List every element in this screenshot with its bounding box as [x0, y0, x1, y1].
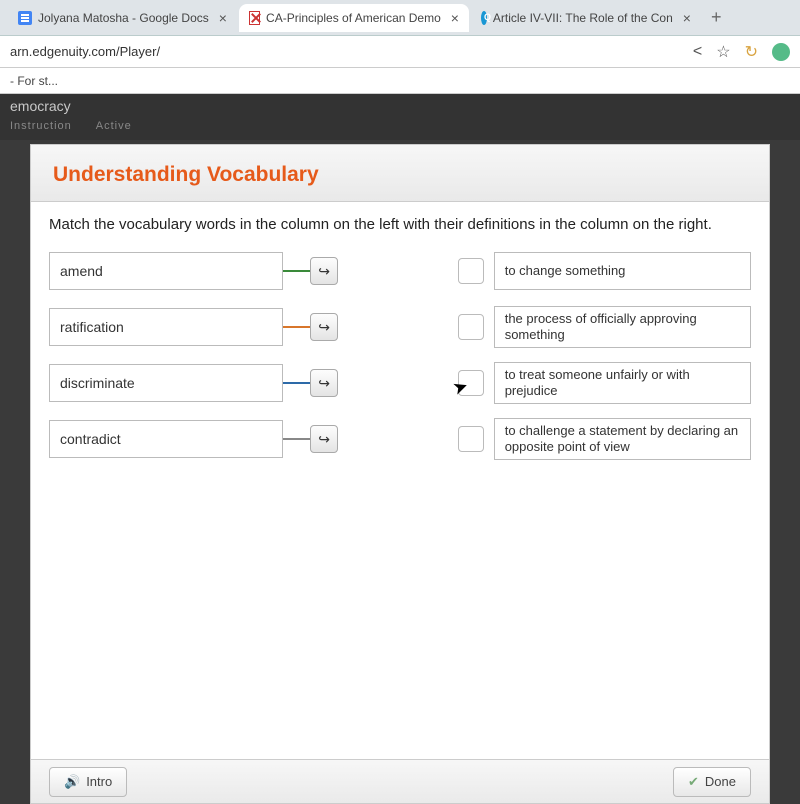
term-box[interactable]: ratification [49, 308, 283, 346]
definition-box[interactable]: to treat someone unfairly or with prejud… [494, 362, 751, 405]
drag-handle-icon[interactable]: ↪ [310, 369, 338, 397]
drag-handle-icon[interactable]: ↪ [310, 425, 338, 453]
browser-tab-2[interactable]: Article IV-VII: The Role of the Con × [471, 4, 701, 32]
drop-target[interactable] [458, 426, 484, 452]
panel-footer: Intro Done [31, 759, 769, 803]
match-row: amend ↪ to change something [49, 249, 751, 293]
docs-icon [18, 11, 32, 25]
match-row: ratification ↪ the process of officially… [49, 305, 751, 349]
drop-target[interactable] [458, 370, 484, 396]
bookmarks-bar: - For st... [0, 68, 800, 94]
tab-label: Jolyana Matosha - Google Docs [38, 11, 209, 25]
address-bar: arn.edgenuity.com/Player/ < ☆ ↻ [0, 36, 800, 68]
app-header: emocracy Instruction Active [0, 94, 800, 140]
match-row: discriminate ↪ to treat someone unfairly… [49, 361, 751, 405]
bookmark-item[interactable]: - For st... [10, 74, 58, 88]
new-tab-button[interactable]: + [703, 7, 730, 28]
activity-panel: Understanding Vocabulary Match the vocab… [30, 144, 770, 804]
url-text[interactable]: arn.edgenuity.com/Player/ [10, 44, 160, 59]
browser-tab-1[interactable]: CA-Principles of American Demo × [239, 4, 469, 32]
speaker-icon [64, 774, 80, 790]
definition-box[interactable]: to change something [494, 252, 751, 290]
share-icon[interactable]: < [693, 43, 702, 61]
done-button[interactable]: Done [673, 767, 751, 797]
drop-target[interactable] [458, 258, 484, 284]
definition-box[interactable]: to challenge a statement by declaring an… [494, 418, 751, 461]
browser-tab-strip: Jolyana Matosha - Google Docs × CA-Princ… [0, 0, 800, 36]
panel-title-bar: Understanding Vocabulary [31, 145, 769, 202]
address-actions: < ☆ ↻ [693, 42, 790, 62]
connector-line [283, 326, 311, 328]
done-label: Done [705, 774, 736, 789]
drag-handle-icon[interactable]: ↪ [310, 313, 338, 341]
intro-button[interactable]: Intro [49, 767, 127, 797]
browser-tab-0[interactable]: Jolyana Matosha - Google Docs × [8, 4, 237, 32]
close-icon[interactable]: × [219, 10, 227, 26]
profile-icon[interactable] [772, 43, 790, 61]
tab-label: Article IV-VII: The Role of the Con [493, 11, 673, 25]
edgenuity-icon [249, 11, 260, 25]
check-icon [688, 774, 699, 790]
panel-title: Understanding Vocabulary [53, 163, 747, 187]
tab-label: CA-Principles of American Demo [266, 11, 441, 25]
match-row: contradict ↪ to challenge a statement by… [49, 417, 751, 461]
quizlet-icon [481, 11, 487, 25]
term-box[interactable]: contradict [49, 420, 283, 458]
subtab-instruction[interactable]: Instruction [10, 120, 72, 132]
connector-line [283, 270, 311, 272]
connector-line [283, 382, 311, 384]
definition-box[interactable]: the process of officially approving some… [494, 306, 751, 349]
close-icon[interactable]: × [683, 10, 691, 26]
star-icon[interactable]: ☆ [716, 42, 730, 62]
panel-body: Match the vocabulary words in the column… [31, 202, 769, 759]
breadcrumb: emocracy [10, 98, 790, 114]
intro-label: Intro [86, 774, 112, 789]
drag-handle-icon[interactable]: ↪ [310, 257, 338, 285]
subtab-active[interactable]: Active [96, 120, 132, 132]
content-wrap: Understanding Vocabulary Match the vocab… [0, 140, 800, 800]
refresh-icon[interactable]: ↻ [745, 42, 758, 62]
term-box[interactable]: amend [49, 252, 283, 290]
close-icon[interactable]: × [451, 10, 459, 26]
drop-target[interactable] [458, 314, 484, 340]
instruction-text: Match the vocabulary words in the column… [49, 216, 751, 233]
connector-line [283, 438, 311, 440]
term-box[interactable]: discriminate [49, 364, 283, 402]
